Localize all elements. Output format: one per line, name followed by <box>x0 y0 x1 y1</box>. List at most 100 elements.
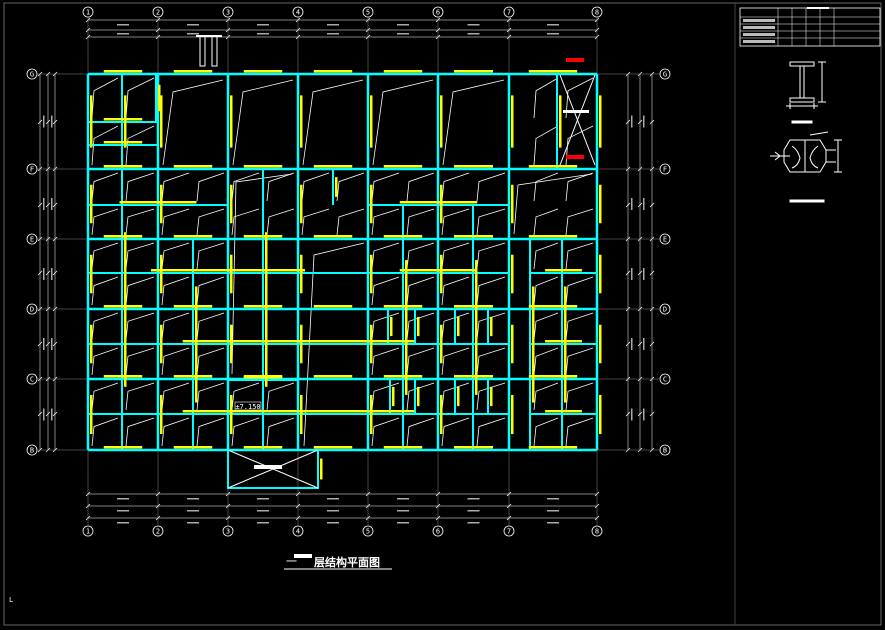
dim-text <box>467 33 480 35</box>
slab-panel-line <box>231 208 260 236</box>
slab-panel-line <box>91 276 119 306</box>
beam-label <box>313 235 353 238</box>
beam-label <box>440 184 443 224</box>
beam-label <box>392 386 395 407</box>
beam-label <box>103 118 143 121</box>
beam-label <box>453 70 494 73</box>
slab-panel-line <box>125 382 155 411</box>
dim-text <box>643 268 645 280</box>
slab-panel-line <box>476 208 506 236</box>
beam-label <box>490 386 493 407</box>
dim-text <box>547 510 559 512</box>
beam-label <box>243 165 283 168</box>
beam-label <box>453 165 494 168</box>
beam-label <box>243 376 283 379</box>
red-marker-top <box>566 58 584 62</box>
beam-label <box>90 184 93 224</box>
slab-panel-line <box>441 208 470 236</box>
slab-panel-line <box>336 208 365 236</box>
slab-panel-line <box>565 382 594 411</box>
slab-panel-line <box>196 347 225 376</box>
beam-label <box>103 305 143 308</box>
beam-label <box>599 324 602 364</box>
beam-label <box>370 95 373 148</box>
axis-row-left-label: G <box>30 71 34 79</box>
axis-col-bottom-label: 8 <box>595 528 599 536</box>
beam-label <box>559 95 562 148</box>
slab-panel-line <box>125 172 155 202</box>
slab-panel-line <box>533 312 559 341</box>
beam-label <box>90 324 93 364</box>
beam-label <box>182 410 415 413</box>
beam-label <box>300 254 303 294</box>
slab-panel-line <box>125 208 155 236</box>
slab-panel-line <box>371 417 400 447</box>
beam-label <box>173 446 213 449</box>
slab-panel-line <box>565 417 594 447</box>
slab-panel-line <box>406 417 435 447</box>
dim-text <box>43 115 45 128</box>
slab-panel-line <box>196 242 225 270</box>
beam-label <box>511 95 514 148</box>
axis-row-left-label: C <box>30 376 34 384</box>
dim-text <box>51 408 53 421</box>
beam-label <box>313 375 353 378</box>
slab-panel-line <box>266 417 295 447</box>
beam-label <box>160 324 163 364</box>
slab-panel-line <box>441 276 470 306</box>
beam-label <box>103 235 143 238</box>
dim-text <box>397 510 409 512</box>
slab-panel-line <box>161 242 190 270</box>
beam-label <box>399 269 478 272</box>
beam-label <box>195 286 198 403</box>
slab-panel-line <box>371 347 400 376</box>
dim-text <box>467 498 480 500</box>
dim-text <box>327 522 339 524</box>
slab-panel-line <box>196 276 225 306</box>
axis-col-bottom-label: 3 <box>226 528 230 536</box>
slab-panel-line <box>533 208 559 236</box>
beam-label <box>545 269 582 272</box>
beam-label <box>405 260 408 395</box>
beam-label <box>370 184 373 224</box>
slab-panels <box>91 77 594 447</box>
dim-text <box>257 498 269 500</box>
beam-label <box>173 235 213 238</box>
beam-label <box>158 84 161 112</box>
axis-col-bottom-label: 5 <box>366 528 370 536</box>
beam-label <box>320 458 323 480</box>
dim-text <box>187 510 199 512</box>
beam-label <box>313 70 353 73</box>
beam-label <box>313 165 353 168</box>
beam-label <box>230 254 233 294</box>
slab-panel-line <box>406 208 435 236</box>
beam-label <box>383 70 423 73</box>
beam-label <box>417 386 420 407</box>
slab-panel-line <box>371 208 400 236</box>
beam-label <box>440 95 443 148</box>
beam-label <box>440 394 443 435</box>
slab-panel-line <box>441 347 470 376</box>
beam-label <box>313 446 353 449</box>
beam-label <box>173 305 213 308</box>
beam-label <box>528 375 578 378</box>
beam-label <box>383 235 423 238</box>
dim-text <box>631 115 633 128</box>
slab-panel-line <box>565 208 594 236</box>
axis-col-top-label: 8 <box>595 9 599 17</box>
h-section-detail <box>786 61 826 124</box>
legend-table <box>739 7 881 47</box>
beam-label <box>124 95 127 148</box>
dim-text <box>631 268 633 280</box>
slab-panel-line <box>371 172 400 202</box>
axis-row-right-label: D <box>663 306 667 314</box>
slab-panel-line <box>91 77 119 119</box>
beam-label <box>103 375 143 378</box>
beam-label <box>528 305 578 308</box>
beam-label <box>564 286 567 403</box>
red-marker-bottom <box>566 155 584 159</box>
slab-panel-line <box>91 208 119 236</box>
dim-text <box>43 408 45 421</box>
dim-text <box>117 510 129 512</box>
dim-text <box>51 198 53 210</box>
